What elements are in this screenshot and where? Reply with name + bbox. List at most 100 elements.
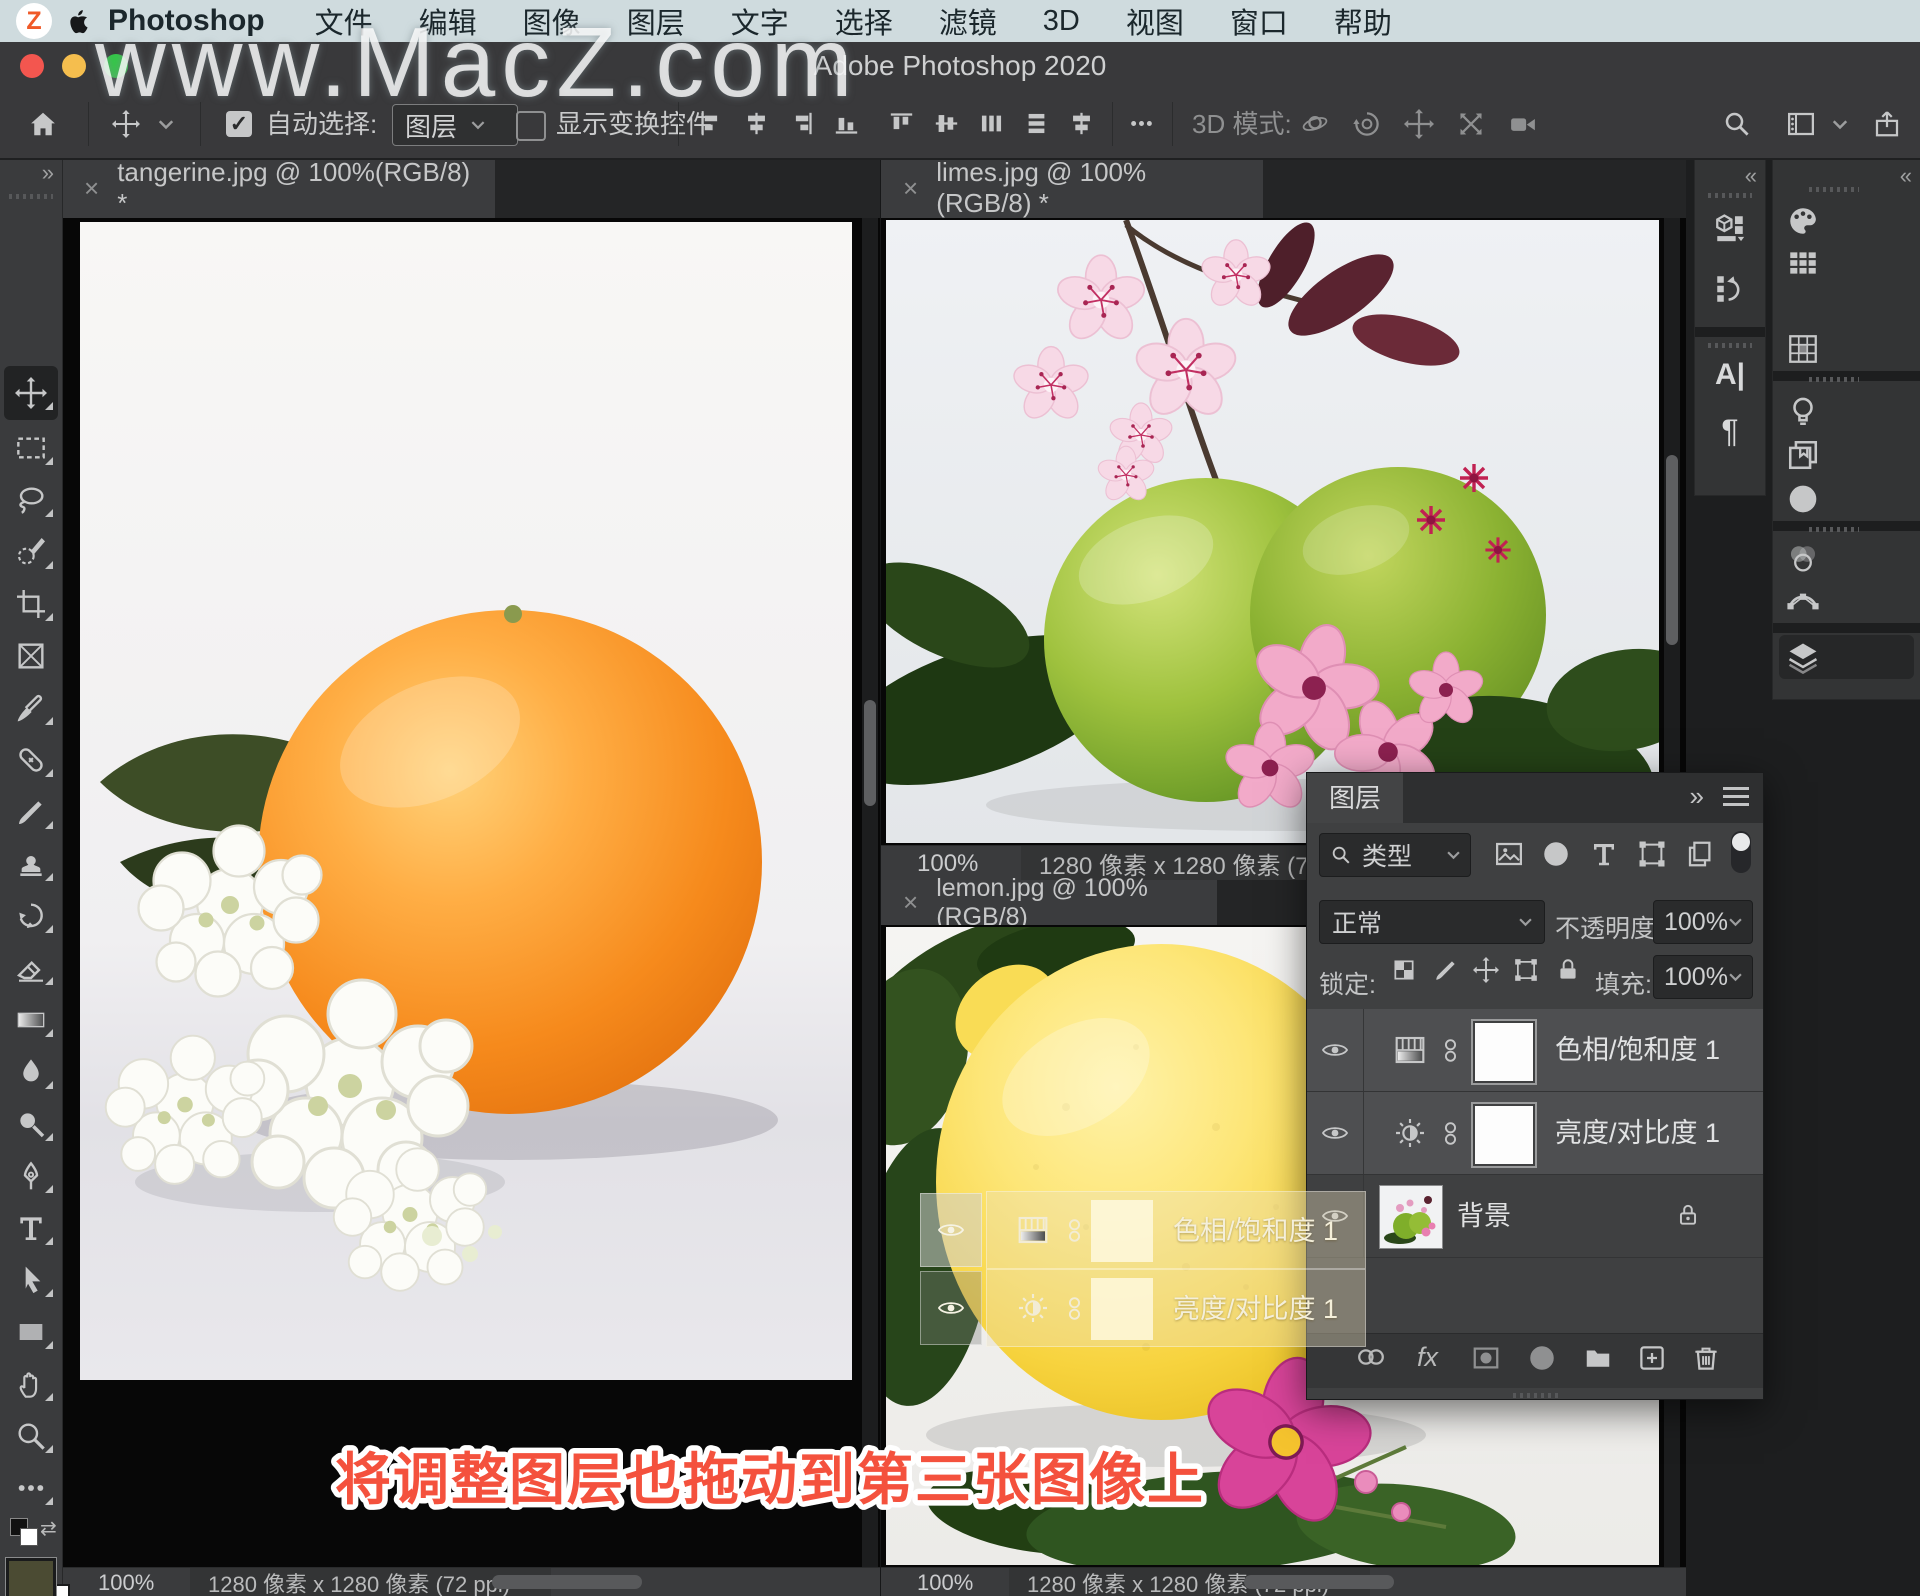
panel-icon-channels[interactable] [1781, 539, 1825, 579]
collapse-panels-icon[interactable]: « [1745, 163, 1755, 189]
panel-icon-history[interactable] [1708, 269, 1752, 309]
3d-camera-button[interactable] [1508, 109, 1538, 139]
filter-pixel-layers-icon[interactable] [1494, 839, 1524, 869]
fill-dropdown[interactable]: 100% [1653, 955, 1753, 999]
tool-zoom[interactable] [0, 1410, 62, 1462]
workspace-chevron-icon[interactable] [1832, 120, 1848, 130]
tool-eraser[interactable] [0, 942, 62, 994]
tab-lemon[interactable]: × lemon.jpg @ 100%(RGB/8) [881, 880, 1217, 925]
tool-rectangle-shape[interactable] [0, 1306, 62, 1358]
filter-adjustment-layers-icon[interactable] [1541, 839, 1571, 869]
align-bottom-edges-button[interactable] [833, 110, 860, 137]
3d-roll-button[interactable] [1352, 109, 1382, 139]
zoom-level[interactable]: 100% [98, 1568, 154, 1596]
tangerine-canvas[interactable] [62, 218, 880, 1567]
menu-3d[interactable]: 3D [1043, 5, 1080, 38]
lock-transparent-pixels-icon[interactable] [1391, 957, 1417, 983]
tool-clone-stamp[interactable] [0, 838, 62, 890]
tool-brush[interactable] [0, 786, 62, 838]
add-mask-button[interactable] [1471, 1343, 1501, 1373]
panel-resize-handle[interactable] [1513, 1393, 1559, 1398]
tool-path-selection[interactable] [0, 1254, 62, 1306]
layer-mask-thumbnail[interactable] [1471, 1019, 1537, 1085]
panel-menu-icon[interactable] [1723, 787, 1749, 806]
share-button[interactable] [1872, 109, 1902, 139]
close-window-button[interactable] [20, 54, 44, 78]
lock-image-pixels-icon[interactable] [1433, 957, 1459, 983]
layers-panel-tab[interactable]: 图层 [1307, 773, 1403, 823]
tool-pen[interactable] [0, 1150, 62, 1202]
preset-chevron-icon[interactable] [158, 120, 174, 130]
panel-icon-swatches[interactable] [1781, 243, 1825, 283]
move-tool-preset-icon[interactable] [112, 110, 140, 138]
tool-frame[interactable] [0, 630, 62, 682]
tab-limes[interactable]: × limes.jpg @ 100%(RGB/8) * [881, 158, 1263, 218]
menu-layer[interactable]: 图层 [627, 0, 685, 42]
panel-icon-patterns[interactable] [1781, 329, 1825, 369]
workspace-switcher-button[interactable] [1786, 109, 1816, 139]
zoom-level[interactable]: 100% [917, 1568, 973, 1596]
panel-icon-character[interactable]: A| [1708, 355, 1752, 395]
tool-quick-selection[interactable] [0, 526, 62, 578]
layer-name[interactable]: 亮度/对比度 1 [1555, 1092, 1720, 1174]
layer-filter-dropdown[interactable]: 类型 [1319, 833, 1471, 877]
3d-pan-button[interactable] [1404, 109, 1434, 139]
auto-select-checkbox[interactable]: ✓ [226, 111, 252, 137]
3d-slide-button[interactable] [1456, 109, 1486, 139]
menu-view[interactable]: 视图 [1126, 0, 1184, 42]
menu-edit[interactable]: 编辑 [419, 0, 477, 42]
filter-toggle-switch[interactable] [1731, 831, 1751, 873]
distribute-spacing-button[interactable] [1068, 110, 1095, 137]
limes-vscrollbar[interactable] [1664, 218, 1680, 845]
zoom-window-button[interactable] [104, 54, 128, 78]
layer-row-hue-saturation[interactable]: 色相/饱和度 1 [1307, 1009, 1763, 1092]
delete-layer-button[interactable] [1691, 1343, 1721, 1373]
tool-type[interactable] [0, 1202, 62, 1254]
layer-name[interactable]: 背景 [1457, 1175, 1511, 1257]
menu-type[interactable]: 文字 [731, 0, 789, 42]
tangerine-hscrollbar[interactable] [492, 1575, 642, 1589]
panel-collapse-icon[interactable]: » [1690, 781, 1701, 812]
tool-history-brush[interactable] [0, 890, 62, 942]
menu-photoshop[interactable]: Photoshop [108, 4, 265, 38]
edit-toolbar-button[interactable] [0, 1462, 62, 1514]
align-options-button[interactable] [1128, 110, 1155, 137]
link-layers-button[interactable] [1355, 1347, 1387, 1367]
layer-thumbnail[interactable] [1379, 1185, 1443, 1249]
tangerine-vscrollbar[interactable] [862, 218, 878, 1567]
home-button[interactable] [28, 109, 58, 139]
limes-canvas[interactable] [881, 218, 1686, 845]
swap-colors-icon[interactable]: ⇄ [40, 1516, 57, 1541]
layer-name[interactable]: 色相/饱和度 1 [1555, 1009, 1720, 1091]
new-layer-button[interactable] [1637, 1343, 1667, 1373]
tool-lasso[interactable] [0, 474, 62, 526]
align-left-edges-button[interactable] [698, 110, 725, 137]
distribute-horizontal-button[interactable] [978, 110, 1005, 137]
align-top-edges-button[interactable] [888, 110, 915, 137]
foreground-color-swatch[interactable] [6, 1558, 56, 1596]
tool-crop[interactable] [0, 578, 62, 630]
apple-menu-icon[interactable] [66, 8, 92, 34]
tool-rectangular-marquee[interactable] [0, 422, 62, 474]
panel-icon-libraries[interactable] [1781, 435, 1825, 475]
panel-icon-adjustments[interactable] [1781, 479, 1825, 519]
close-icon[interactable]: × [903, 887, 918, 918]
align-right-edges-button[interactable] [788, 110, 815, 137]
menu-filter[interactable]: 滤镜 [939, 0, 997, 42]
menu-window[interactable]: 窗口 [1230, 0, 1288, 42]
tool-spot-healing-brush[interactable] [0, 734, 62, 786]
layer-mask-thumbnail[interactable] [1471, 1102, 1537, 1168]
panel-icon-properties[interactable] [1708, 209, 1752, 249]
lemon-hscrollbar[interactable] [1244, 1575, 1394, 1589]
filter-type-layers-icon[interactable] [1589, 839, 1619, 869]
auto-select-target-dropdown[interactable]: 图层 [392, 104, 518, 146]
3d-orbit-button[interactable] [1300, 109, 1330, 139]
tool-gradient[interactable] [0, 994, 62, 1046]
menu-image[interactable]: 图像 [523, 0, 581, 42]
menu-help[interactable]: 帮助 [1334, 0, 1392, 42]
tool-dodge[interactable] [0, 1098, 62, 1150]
panel-icon-layers[interactable] [1781, 637, 1825, 677]
show-transform-controls-checkbox[interactable] [516, 111, 546, 141]
layer-style-button[interactable]: fx [1417, 1342, 1438, 1373]
new-group-button[interactable] [1583, 1343, 1613, 1373]
